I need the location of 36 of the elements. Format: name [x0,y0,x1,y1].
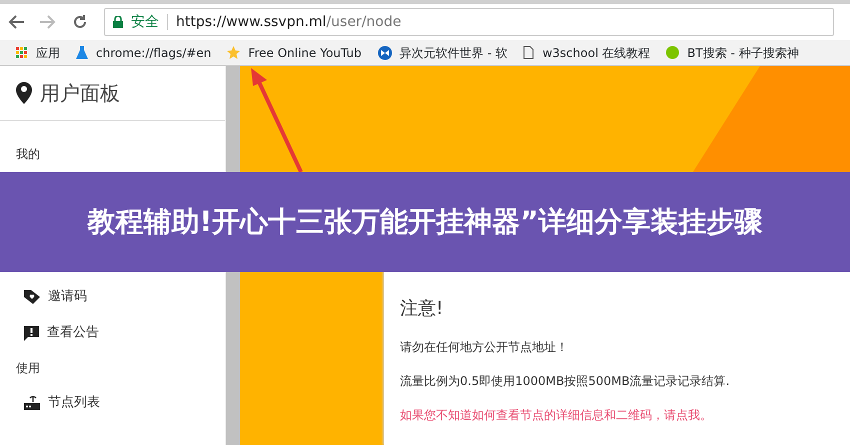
address-bar[interactable]: 安全 https://www.ssvpn.ml/user/node [104,8,834,36]
scrollbar-track[interactable] [225,272,240,445]
notice-text: 请勿在任何地方公开节点地址！ [400,339,569,356]
notice-text: 流量比例为0.5即使用1000MB按照500MB流量记录记录结算. [400,373,731,390]
page-icon [523,46,534,59]
bookmark-link[interactable]: chrome://flags/#en [96,44,212,62]
alert-message-icon [24,326,39,340]
security-label: 安全 [131,12,159,32]
apps-grid-icon [16,46,28,58]
section-heading: 我的 [15,146,41,163]
location-pin-icon [16,82,32,104]
router-icon [24,396,40,410]
tag-icon [24,290,40,304]
banner-title: 教程辅助!开心十三张万能开挂神器”详细分享装挂步骤 [86,204,764,240]
bookmark-link[interactable]: BT搜索 - 种子搜索神 [687,44,799,62]
star-icon [227,46,240,59]
help-link[interactable]: 如果您不知道如何查看节点的详细信息和二维码，请点我。 [400,406,834,424]
flask-icon [76,46,88,59]
bookmark-link[interactable]: w3school 在线教程 [542,44,650,62]
sidebar-item[interactable]: 查看公告 [0,315,225,351]
url-text: https://www.ssvpn.ml/user/node [176,12,402,32]
bowtie-logo-icon [378,46,392,60]
back-icon[interactable] [8,15,24,29]
sidebar-item[interactable]: 邀请码 [0,279,225,315]
notice-title: 注意! [400,297,444,321]
bookmark-link[interactable]: Free Online YouTub [248,44,362,62]
lock-icon [113,16,123,28]
bookmark-link[interactable]: 异次元软件世界 - 软 [400,44,508,62]
sidebar-title: 用户面板 [40,80,120,107]
reload-icon[interactable] [72,14,88,30]
bookmark-link[interactable]: 应用 [36,44,60,62]
sidebar-item[interactable]: 节点列表 [0,385,225,421]
circle-icon [666,46,680,59]
section-heading: 使用 [15,360,41,377]
scrollbar-track[interactable] [225,66,240,172]
forward-icon[interactable] [40,15,56,29]
